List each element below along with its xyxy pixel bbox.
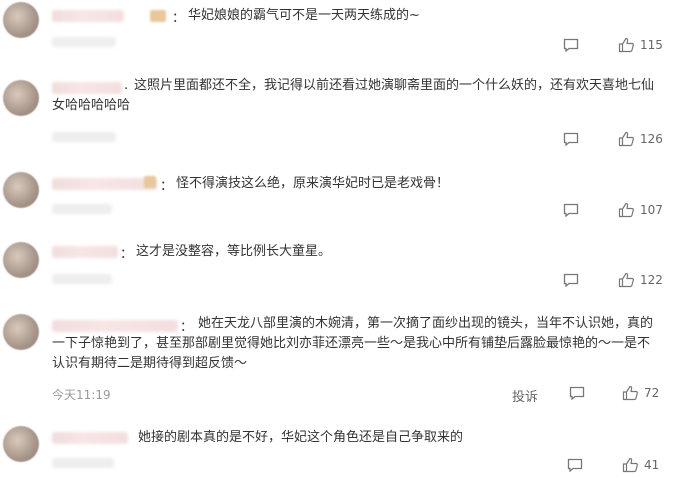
like-count: 122: [640, 273, 663, 287]
comment-item: ： 这才是没整容，等比例长大童星。 122: [0, 228, 687, 298]
comment-text: 华妃娘娘的霸气可不是一天两天练成的~: [188, 8, 420, 23]
thumbs-up-icon[interactable]: [616, 270, 636, 290]
like-count: 126: [640, 132, 663, 146]
user-badge: [144, 176, 156, 188]
report-button[interactable]: 投诉: [512, 386, 538, 405]
user-badge: [150, 10, 166, 22]
meta-blurred: [52, 132, 116, 142]
avatar[interactable]: [3, 242, 39, 278]
avatar[interactable]: [3, 2, 39, 38]
thumbs-up-icon[interactable]: [616, 129, 636, 149]
comment-time: 今天11:19: [52, 388, 111, 402]
meta-blurred: [52, 458, 114, 468]
comment-icon[interactable]: [568, 384, 586, 402]
username-blurred[interactable]: [52, 178, 157, 190]
avatar[interactable]: [3, 426, 39, 462]
username-blurred[interactable]: [52, 10, 124, 22]
comment-item: ： 华妃娘娘的霸气可不是一天两天练成的~ 115: [0, 0, 687, 70]
comment-text: 这才是没整容，等比例长大童星。: [136, 244, 332, 259]
avatar[interactable]: [3, 172, 39, 208]
comment-text: 她接的剧本真的是不好，华妃这个角色还是自己争取来的: [138, 430, 464, 445]
comment-icon[interactable]: [562, 271, 580, 289]
avatar[interactable]: [3, 314, 39, 350]
thumbs-up-icon[interactable]: [620, 455, 640, 475]
comment-item: . 这照片里面都还不全，我记得以前还看过她演聊斋里面的一个什么妖的，还有欢天喜地…: [0, 70, 687, 158]
avatar[interactable]: [3, 80, 39, 116]
like-count: 115: [640, 38, 663, 52]
thumbs-up-icon[interactable]: [616, 35, 636, 55]
comment-colon: ：: [160, 179, 174, 194]
like-count: 107: [640, 203, 663, 217]
comment-item: ： 她在天龙八部里演的木婉清，第一次摘了面纱出现的镜头，当年不认识她，真的 一下…: [0, 298, 687, 410]
comment-colon: ：: [172, 11, 186, 26]
comment-icon[interactable]: [562, 36, 580, 54]
username-blurred[interactable]: [52, 246, 118, 258]
meta-blurred: [52, 37, 116, 47]
meta-blurred: [52, 204, 112, 214]
comment-icon[interactable]: [566, 456, 584, 474]
thumbs-up-icon[interactable]: [616, 200, 636, 220]
username-blurred[interactable]: [52, 432, 128, 444]
like-count: 72: [644, 386, 660, 400]
like-count: 41: [644, 458, 660, 472]
comment-item: ： 怪不得演技这么绝，原来演华妃时已是老戏骨！ 107: [0, 158, 687, 228]
comment-icon[interactable]: [562, 130, 580, 148]
comment-icon[interactable]: [562, 201, 580, 219]
comment-text: 怪不得演技这么绝，原来演华妃时已是老戏骨！: [176, 176, 450, 191]
comment-text: 这照片里面都还不全，我记得以前还看过她演聊斋里面的一个什么妖的，还有欢天喜地七仙…: [52, 78, 655, 113]
comment-item: 她接的剧本真的是不好，华妃这个角色还是自己争取来的 41: [0, 410, 687, 478]
meta-blurred: [52, 274, 112, 284]
comment-colon: ：: [120, 247, 134, 262]
comment-text: 她在天龙八部里演的木婉清，第一次摘了面纱出现的镜头，当年不认识她，真的 一下子惊…: [52, 316, 654, 371]
thumbs-up-icon[interactable]: [620, 383, 640, 403]
